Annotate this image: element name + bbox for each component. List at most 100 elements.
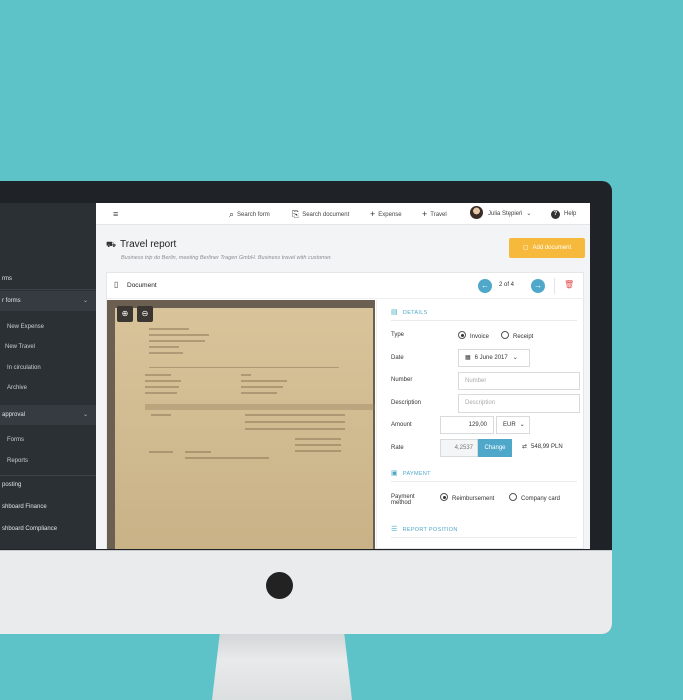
chevron-down-icon: ⌄: [512, 355, 518, 361]
radio-checked-icon: [440, 493, 448, 501]
currency-value: EUR: [503, 422, 516, 428]
radio-checked-icon: [458, 331, 466, 339]
user-menu[interactable]: Julia Stępień ⌄: [470, 203, 531, 225]
type-invoice-radio[interactable]: Invoice: [458, 331, 489, 340]
amount-field[interactable]: 129,00: [440, 416, 494, 434]
document-title: Document: [127, 282, 157, 289]
date-picker[interactable]: ▦ 6 June 2017 ⌄: [458, 349, 530, 367]
sidebar-item-label: rms: [2, 276, 12, 282]
currency-select[interactable]: EUR ⌄: [496, 416, 530, 434]
previous-document-button[interactable]: ←: [478, 279, 492, 293]
sidebar-item-dashboard-compliance[interactable]: shboard Compliance: [0, 519, 96, 539]
divider: [391, 481, 577, 482]
rate-label: Rate: [391, 445, 404, 451]
radio-unchecked-icon: [509, 493, 517, 501]
sidebar-item-label: approval: [2, 412, 26, 418]
monitor: rms r forms ⌄ New Expense New Travel In c…: [0, 181, 612, 634]
payment-method-label-line: method: [391, 500, 412, 506]
document-details-form: ▤ DETAILS Type Invoice Receipt Date ▦ 6 Ju…: [377, 300, 585, 549]
details-heading-label: DETAILS: [402, 310, 428, 316]
search-document-button[interactable]: ⎘ Search document: [292, 203, 349, 225]
rate-field: 4,2537: [440, 439, 478, 457]
chevron-down-icon: ⌄: [82, 412, 88, 418]
help-button[interactable]: ? Help: [551, 203, 576, 225]
type-receipt-label: Receipt: [513, 334, 534, 340]
expense-label: Expense: [378, 212, 402, 218]
plus-icon: +: [422, 209, 428, 219]
company-card-radio[interactable]: Company card: [509, 493, 560, 502]
new-expense-button[interactable]: + Expense: [370, 203, 402, 225]
document-card-header: ▯ Document ← 2 of 4 → 🗑: [107, 273, 585, 299]
next-document-button[interactable]: →: [531, 279, 545, 293]
chevron-down-icon: ⌄: [82, 298, 88, 304]
sidebar-item-label: shboard Compliance: [2, 526, 58, 532]
sidebar-item-archive[interactable]: Archive: [7, 385, 27, 391]
sidebar-item-label: Archive: [7, 385, 28, 391]
sidebar-item-approval[interactable]: approval ⌄: [0, 405, 96, 425]
hamburger-menu-icon[interactable]: ≡: [113, 203, 118, 225]
sidebar-item-new-travel[interactable]: New Travel: [5, 344, 35, 350]
add-document-label: Add document: [532, 245, 572, 251]
page-header: ⛟ Travel report Business trip do Berlin,…: [96, 225, 590, 271]
divider: [391, 320, 577, 321]
delete-document-button[interactable]: 🗑: [564, 280, 574, 289]
change-rate-button[interactable]: Change: [478, 439, 512, 457]
new-travel-button[interactable]: + Travel: [422, 203, 447, 225]
travel-label: Travel: [430, 212, 447, 218]
converted-value: 548,99 PLN: [531, 444, 563, 450]
chevron-down-icon: ⌄: [526, 211, 532, 217]
sidebar-item-in-circulation[interactable]: In circulation: [7, 365, 41, 371]
number-label: Number: [391, 377, 413, 383]
sidebar-item-my-forms[interactable]: r forms ⌄: [0, 291, 96, 311]
plus-icon: +: [370, 209, 376, 219]
page-subtitle: Business trip do Berlin, meeting Berline…: [121, 255, 332, 261]
sidebar-item-label: New Expense: [7, 324, 45, 330]
document-preview: ⊕ ⊖: [107, 300, 375, 549]
list-icon: ☰: [391, 526, 398, 533]
sidebar-item-forms[interactable]: rms: [0, 269, 96, 289]
user-name: Julia Stępień: [488, 211, 523, 217]
zoom-in-button[interactable]: ⊕: [117, 306, 133, 322]
reimbursement-radio[interactable]: Reimbursement: [440, 493, 494, 502]
description-label: Description: [391, 400, 422, 406]
sidebar-item-label: Forms: [7, 437, 24, 443]
sidebar-item-new-expense[interactable]: New Expense: [7, 324, 44, 330]
date-value: 6 June 2017: [474, 355, 508, 361]
sidebar-item-approval-reports[interactable]: Reports: [7, 458, 28, 464]
search-form-label: Search form: [237, 212, 270, 218]
calendar-icon: ▦: [465, 355, 471, 361]
sidebar-item-posting[interactable]: posting: [0, 475, 96, 495]
wallet-icon: ▣: [391, 470, 398, 477]
divider: [554, 278, 555, 294]
amount-label: Amount: [391, 422, 412, 428]
monitor-chin: [0, 550, 612, 634]
top-bar: ≡ ⌕ Search form ⎘ Search document + Expense…: [96, 203, 590, 225]
details-heading: ▤ DETAILS: [391, 308, 428, 316]
sidebar-item-approval-forms[interactable]: Forms: [7, 437, 24, 443]
search-form-button[interactable]: ⌕ Search form: [229, 203, 270, 225]
scanned-invoice-image: [115, 308, 375, 549]
sidebar-item-label: r forms: [2, 298, 21, 304]
monitor-stand: [212, 628, 352, 700]
reimbursement-label: Reimbursement: [452, 496, 495, 502]
page-title: Travel report: [120, 239, 177, 250]
document-search-icon: ⎘: [292, 209, 300, 219]
search-document-label: Search document: [302, 212, 350, 218]
pager-text: 2 of 4: [499, 282, 515, 288]
type-label: Type: [391, 332, 405, 338]
converted-amount: ⇄ 548,99 PLN: [522, 443, 563, 450]
screen: rms r forms ⌄ New Expense New Travel In c…: [0, 203, 590, 549]
sidebar-item-label: Reports: [7, 458, 29, 464]
description-field[interactable]: Description: [458, 394, 580, 413]
company-card-label: Company card: [521, 496, 561, 502]
travel-icon: ⛟: [106, 240, 117, 249]
help-label: Help: [564, 211, 577, 217]
exchange-icon: ⇄: [522, 444, 528, 450]
type-receipt-radio[interactable]: Receipt: [501, 331, 533, 340]
sidebar-item-label: New Travel: [5, 344, 36, 350]
report-position-heading: ☰ REPORT POSITION: [391, 525, 458, 533]
add-document-button[interactable]: ▢ Add document: [509, 238, 585, 258]
zoom-out-button[interactable]: ⊖: [137, 306, 153, 322]
number-field[interactable]: Number: [458, 372, 580, 390]
sidebar-item-dashboard-finance[interactable]: shboard Finance: [0, 497, 96, 517]
